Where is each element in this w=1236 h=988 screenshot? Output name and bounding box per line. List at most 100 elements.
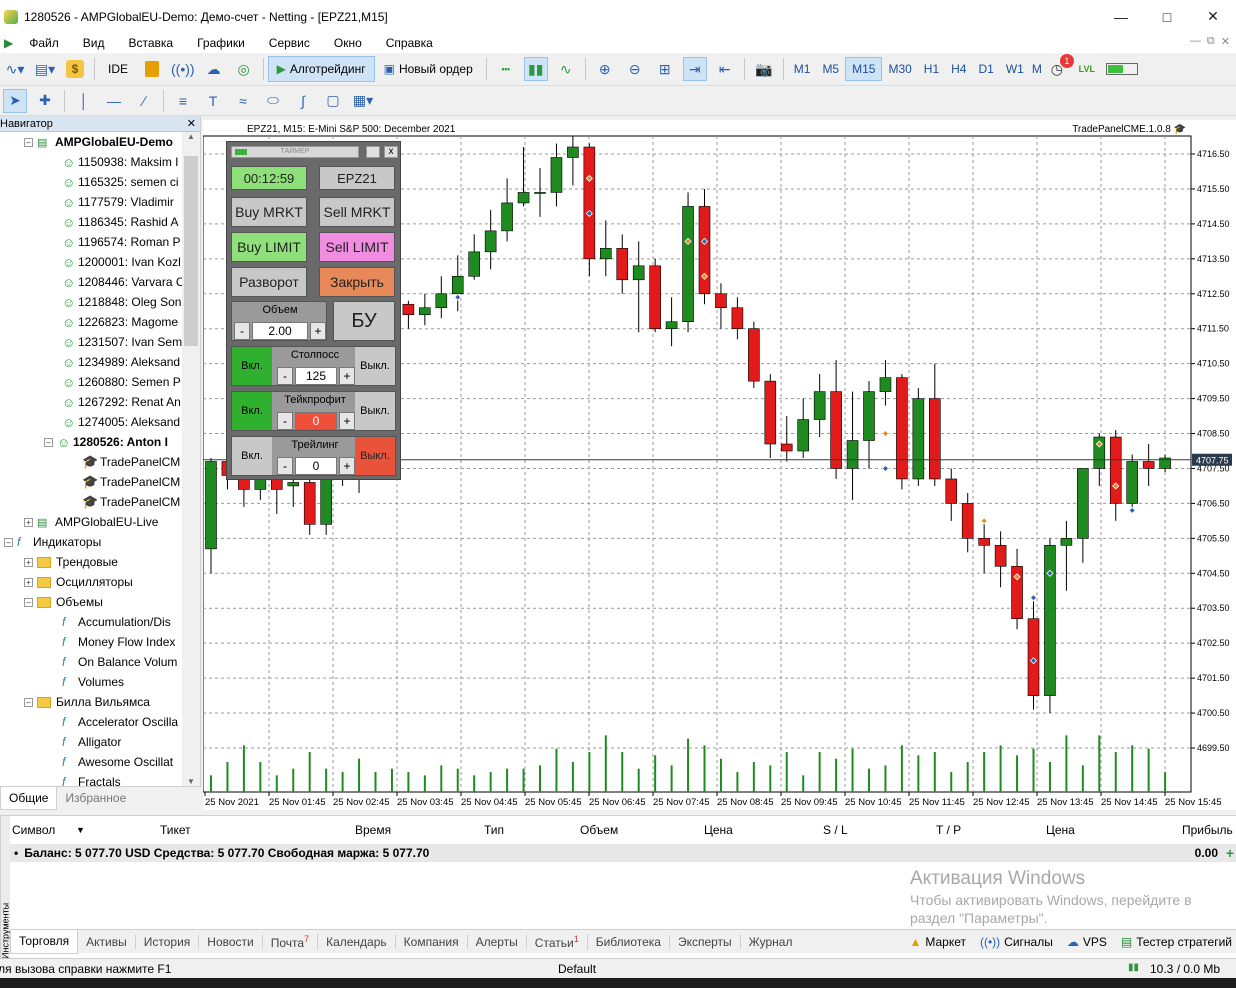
candles-icon[interactable]: ▮▮ xyxy=(523,57,548,81)
menu-file[interactable]: Файл xyxy=(17,36,71,50)
timer-bar[interactable]: ТАЙМЕР xyxy=(231,146,359,158)
notifications-icon[interactable]: ◷ 1 xyxy=(1045,54,1074,81)
navigator-item[interactable]: ☺ 1260880: Semen P xyxy=(0,372,182,392)
line-chart-icon[interactable]: ∿ xyxy=(554,57,578,81)
vps-icon[interactable]: ◎ xyxy=(232,57,256,81)
scroll-down-icon[interactable]: ▼ xyxy=(182,777,200,786)
col-symbol[interactable]: Символ xyxy=(12,823,55,837)
tab-calendar[interactable]: Календарь xyxy=(318,934,396,949)
minimize-button[interactable]: — xyxy=(1098,0,1144,33)
tab-trade[interactable]: Торговля xyxy=(10,929,79,954)
trailing-minus-button[interactable]: - xyxy=(277,457,293,475)
navigator-item[interactable]: ☺ 1274005: Aleksand xyxy=(0,412,182,432)
navigator-item[interactable]: – Объемы xyxy=(0,592,182,612)
navigator-item[interactable]: f Money Flow Index xyxy=(0,632,182,652)
navigator-item[interactable]: 🎓 TradePanelCM xyxy=(0,452,182,472)
new-order-button[interactable]: ▣ Новый ордер xyxy=(375,56,482,82)
tab-mail[interactable]: Почта7 xyxy=(263,933,319,950)
navigator-item[interactable]: ☺ 1226823: Magome xyxy=(0,312,182,332)
child-minimize-icon[interactable]: — xyxy=(1190,35,1201,48)
navigator-item[interactable]: f On Balance Volum xyxy=(0,652,182,672)
cloud-icon[interactable]: ☁ xyxy=(202,57,226,81)
algotrading-button[interactable]: ▶ Алготрейдинг xyxy=(267,56,375,82)
tab-favorites[interactable]: Избранное xyxy=(57,787,134,810)
col-sl[interactable]: S / L xyxy=(823,823,848,837)
navigator-item[interactable]: f Volumes xyxy=(0,672,182,692)
tf-w1[interactable]: W1 xyxy=(1000,57,1030,81)
navigator-item[interactable]: ☺ 1150938: Maksim I xyxy=(0,152,182,172)
navigator-close-icon[interactable]: ✕ xyxy=(187,117,196,130)
navigator-item[interactable]: ☺ 1218848: Oleg Son xyxy=(0,292,182,312)
navigator-item[interactable]: ☺ 1208446: Varvara C xyxy=(0,272,182,292)
volume-input[interactable]: 2.00 xyxy=(252,322,308,340)
rectangle-icon[interactable]: ▢ xyxy=(321,89,345,113)
panel-minimize-button[interactable] xyxy=(366,146,380,158)
navigator-item[interactable]: + Трендовые xyxy=(0,552,182,572)
lock-icon[interactable] xyxy=(140,57,164,81)
col-time[interactable]: Время xyxy=(355,823,391,837)
trendline-icon[interactable]: ∕ xyxy=(132,89,156,113)
close-window-button[interactable]: ✕ xyxy=(1190,0,1236,33)
objects-menu-icon[interactable]: ▦▾ xyxy=(351,89,375,113)
zoom-in-icon[interactable]: ⊕ xyxy=(593,57,617,81)
text-icon[interactable]: T xyxy=(201,89,225,113)
tf-m15[interactable]: M15 xyxy=(845,57,883,81)
tf-m30[interactable]: M30 xyxy=(882,57,917,81)
vertical-line-icon[interactable]: │ xyxy=(72,89,96,113)
stoploss-plus-button[interactable]: + xyxy=(339,367,355,385)
status-profile[interactable]: Default xyxy=(558,962,596,976)
col-type[interactable]: Тип xyxy=(484,823,504,837)
sell-limit-button[interactable]: Sell LIMIT xyxy=(319,232,395,262)
tab-common[interactable]: Общие xyxy=(0,787,58,810)
horizontal-line-icon[interactable]: — xyxy=(102,89,126,113)
vps-button[interactable]: ☁ VPS xyxy=(1067,935,1107,949)
stoploss-off-button[interactable]: Выкл. xyxy=(355,347,395,385)
grid-icon[interactable]: ⊞ xyxy=(653,57,677,81)
navigator-item[interactable]: f Awesome Oscillat xyxy=(0,752,182,772)
strategy-tester-button[interactable]: ▤ Тестер стратегий xyxy=(1121,935,1232,949)
trailing-off-button[interactable]: Выкл. xyxy=(355,437,395,475)
tf-h1[interactable]: H1 xyxy=(918,57,945,81)
navigator-item[interactable]: + Осцилляторы xyxy=(0,572,182,592)
add-icon[interactable]: + xyxy=(1226,845,1234,861)
signals-button[interactable]: ((•)) Сигналы xyxy=(980,935,1053,949)
navigator-item[interactable]: 🎓 TradePanelCM xyxy=(0,492,182,512)
autoscroll-icon[interactable]: ⇥ xyxy=(682,57,707,81)
menu-charts[interactable]: Графики xyxy=(185,36,257,50)
navigator-item[interactable]: ☺ 1165325: semen ci xyxy=(0,172,182,192)
tab-company[interactable]: Компания xyxy=(396,934,468,949)
trailing-input[interactable]: 0 xyxy=(295,457,337,475)
channel-icon[interactable]: ≡ xyxy=(171,89,195,113)
col-ticket[interactable]: Тикет xyxy=(160,823,191,837)
tab-experts[interactable]: Эксперты xyxy=(670,934,741,949)
zoom-out-icon[interactable]: ⊖ xyxy=(623,57,647,81)
col-price[interactable]: Цена xyxy=(704,823,733,837)
shapes-icon[interactable]: ⬭ xyxy=(261,89,285,113)
navigator-item[interactable]: – ▤ AMPGlobalEU-Demo xyxy=(0,132,182,152)
takeprofit-on-button[interactable]: Вкл. xyxy=(232,392,272,430)
navigator-item[interactable]: – Билла Вильямса xyxy=(0,692,182,712)
col-profit[interactable]: Прибыль xyxy=(1182,823,1233,837)
elliott-icon[interactable]: ∫ xyxy=(291,89,315,113)
crosshair-icon[interactable]: ✚ xyxy=(33,89,57,113)
navigator-scrollbar[interactable]: ▲ ▼ xyxy=(182,132,200,786)
takeprofit-plus-button[interactable]: + xyxy=(339,412,355,430)
stoploss-input[interactable]: 125 xyxy=(295,367,337,385)
navigator-item[interactable]: ☺ 1177579: Vladimir xyxy=(0,192,182,212)
menu-view[interactable]: Вид xyxy=(71,36,117,50)
navigator-item[interactable]: – f Индикаторы xyxy=(0,532,182,552)
tab-news[interactable]: Новости xyxy=(199,934,263,949)
navigator-item[interactable]: f Accelerator Oscilla xyxy=(0,712,182,732)
trailing-on-button[interactable]: Вкл. xyxy=(232,437,272,475)
col-tp[interactable]: T / P xyxy=(936,823,961,837)
cursor-icon[interactable]: ➤ xyxy=(3,88,27,113)
menu-tools[interactable]: Сервис xyxy=(257,36,322,50)
tf-d1[interactable]: D1 xyxy=(972,57,999,81)
stoploss-minus-button[interactable]: - xyxy=(277,367,293,385)
tab-alerts[interactable]: Алерты xyxy=(468,934,527,949)
child-restore-icon[interactable]: ⧉ xyxy=(1207,35,1215,48)
maximize-button[interactable]: □ xyxy=(1144,0,1190,33)
reverse-button[interactable]: Разворот xyxy=(231,267,307,297)
chart-shift-icon[interactable]: ⇤ xyxy=(713,57,737,81)
panel-close-button[interactable]: x xyxy=(384,146,398,158)
